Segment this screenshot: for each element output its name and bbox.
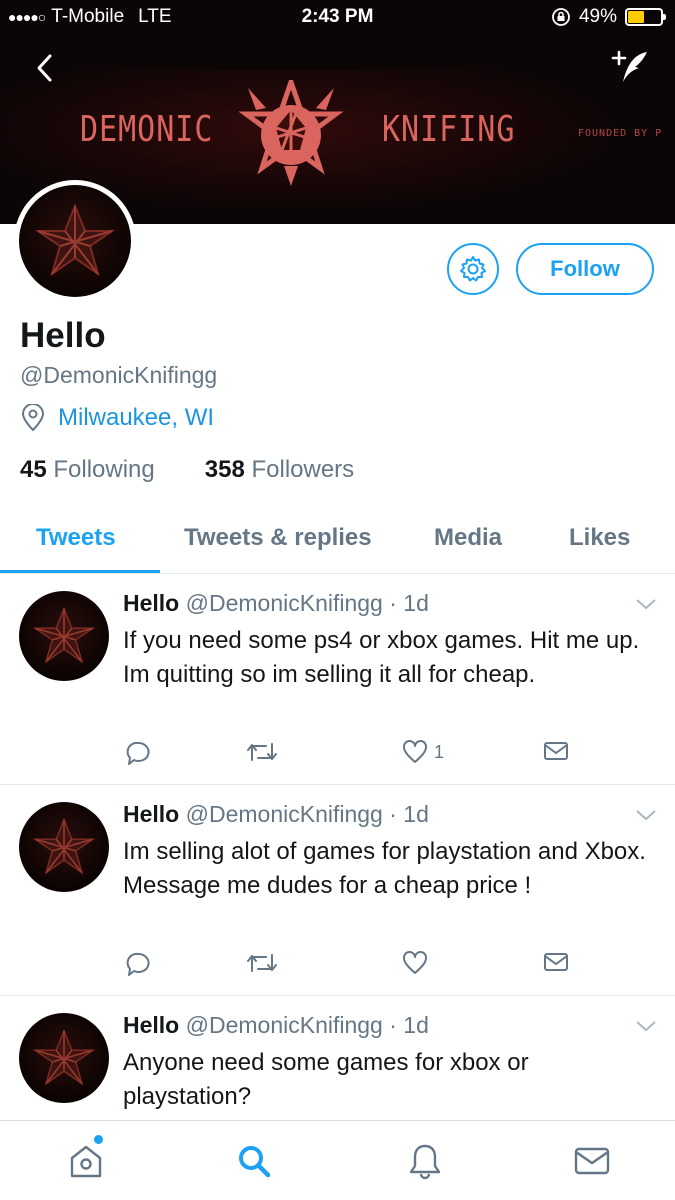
- battery-icon: [625, 8, 666, 26]
- reply-icon: [126, 952, 150, 976]
- retweet-button[interactable]: [246, 740, 278, 764]
- profile-avatar[interactable]: [14, 180, 136, 302]
- tweet-actions: [123, 951, 573, 981]
- retweet-button[interactable]: [246, 951, 278, 975]
- tweet-item[interactable]: Hello @DemonicKnifingg · 1d Anyone need …: [0, 997, 675, 1120]
- chevron-down-icon[interactable]: [635, 808, 657, 822]
- tweet-author-handle[interactable]: @DemonicKnifingg: [186, 801, 383, 827]
- following-label: Following: [53, 456, 155, 483]
- compose-tweet-icon[interactable]: [611, 48, 651, 88]
- tweet-author-name[interactable]: Hello: [123, 1012, 179, 1038]
- heart-icon: [403, 951, 427, 974]
- banner-word-left: DEMONIC: [80, 108, 214, 151]
- tweet-item[interactable]: Hello @DemonicKnifingg · 1d Im selling a…: [0, 786, 675, 996]
- banner-word-right: KNIFING: [382, 108, 516, 151]
- retweet-icon: [247, 743, 277, 761]
- tab-likes[interactable]: Likes: [569, 524, 630, 552]
- tweet-timestamp: · 1d: [389, 590, 429, 616]
- pentagram-avatar-icon: [32, 817, 96, 875]
- chevron-left-icon[interactable]: [30, 50, 60, 86]
- location-link[interactable]: Milwaukee, WI: [58, 404, 214, 432]
- profile-handle: @DemonicKnifingg: [20, 362, 218, 388]
- banner-small-text: FOUNDED BY P: [578, 128, 663, 139]
- tweet-timestamp: · 1d: [389, 801, 429, 827]
- tweet-header: Hello @DemonicKnifingg · 1d: [123, 1012, 429, 1039]
- tweet-avatar[interactable]: [19, 591, 109, 681]
- tweet-text: If you need some ps4 or xbox games. Hit …: [123, 627, 640, 688]
- home-icon: [70, 1145, 102, 1178]
- profile-location[interactable]: Milwaukee, WI: [20, 404, 214, 432]
- profile-tabs: Tweets Tweets & replies Media Likes: [0, 508, 675, 574]
- direct-message-icon: [544, 953, 568, 971]
- direct-message-icon: [544, 742, 568, 760]
- tweet-avatar[interactable]: [19, 1013, 109, 1103]
- bell-icon: [409, 1144, 441, 1180]
- messages-tab[interactable]: [570, 1139, 614, 1183]
- heart-icon: [403, 740, 427, 763]
- status-bar: ●●●●○ T-Mobile LTE 2:43 PM 49%: [0, 0, 675, 36]
- rotation-lock-icon: [552, 8, 570, 26]
- tweet-author-handle[interactable]: @DemonicKnifingg: [186, 1012, 383, 1038]
- battery-percent: 49%: [578, 6, 617, 27]
- mail-icon: [574, 1147, 610, 1175]
- tweet-author-name[interactable]: Hello: [123, 590, 179, 616]
- settings-button[interactable]: [447, 243, 499, 295]
- active-tab-indicator: [0, 570, 160, 573]
- chevron-down-icon[interactable]: [635, 597, 657, 611]
- status-bar-right: 49%: [551, 6, 666, 28]
- avatar-image: [19, 185, 131, 297]
- notification-dot: [94, 1135, 103, 1144]
- direct-message-button[interactable]: [543, 740, 569, 762]
- gear-icon: [460, 256, 486, 282]
- tweet-actions: 1: [123, 740, 573, 770]
- search-tab[interactable]: [232, 1139, 276, 1183]
- bottom-tab-bar: [0, 1120, 675, 1200]
- retweet-icon: [247, 954, 277, 972]
- tweet-author-handle[interactable]: @DemonicKnifingg: [186, 590, 383, 616]
- tweet-avatar[interactable]: [19, 802, 109, 892]
- tweet-header: Hello @DemonicKnifingg · 1d: [123, 801, 429, 828]
- tab-media[interactable]: Media: [434, 524, 502, 552]
- reply-button[interactable]: [125, 740, 151, 766]
- followers-stat[interactable]: 358 Followers: [205, 456, 354, 484]
- tab-tweets[interactable]: Tweets: [36, 524, 116, 552]
- tweet-author-name[interactable]: Hello: [123, 801, 179, 827]
- reply-button[interactable]: [125, 951, 151, 977]
- tweet-header: Hello @DemonicKnifingg · 1d: [123, 590, 429, 617]
- like-button[interactable]: 1: [402, 740, 444, 764]
- chevron-down-icon[interactable]: [635, 1019, 657, 1033]
- like-button[interactable]: [402, 951, 434, 975]
- follow-button[interactable]: Follow: [516, 243, 654, 295]
- tweet-timestamp: · 1d: [389, 1012, 429, 1038]
- tweet-item[interactable]: Hello @DemonicKnifingg · 1d If you need …: [0, 575, 675, 785]
- profile-stats: 45 Following 358 Followers: [20, 456, 354, 484]
- pentagram-logo-icon: [238, 80, 344, 186]
- tweet-text: Anyone need some games for xbox or plays…: [123, 1049, 529, 1110]
- home-tab[interactable]: [64, 1135, 108, 1183]
- reply-icon: [126, 741, 150, 765]
- pentagram-avatar-icon: [32, 606, 96, 664]
- location-pin-icon: [21, 404, 45, 432]
- profile-name: Hello: [20, 316, 106, 355]
- direct-message-button[interactable]: [543, 951, 569, 973]
- following-count: 45: [20, 456, 47, 483]
- search-icon: [239, 1146, 271, 1178]
- pentagram-avatar-icon: [32, 1028, 96, 1086]
- tweet-text: Im selling alot of games for playstation…: [123, 838, 646, 899]
- tab-tweets-replies[interactable]: Tweets & replies: [184, 524, 372, 552]
- followers-count: 358: [204, 456, 245, 483]
- notifications-tab[interactable]: [403, 1139, 447, 1183]
- following-stat[interactable]: 45 Following: [20, 456, 155, 484]
- followers-label: Followers: [251, 456, 355, 483]
- like-count: 1: [434, 741, 445, 762]
- pentagram-avatar-icon: [34, 203, 116, 277]
